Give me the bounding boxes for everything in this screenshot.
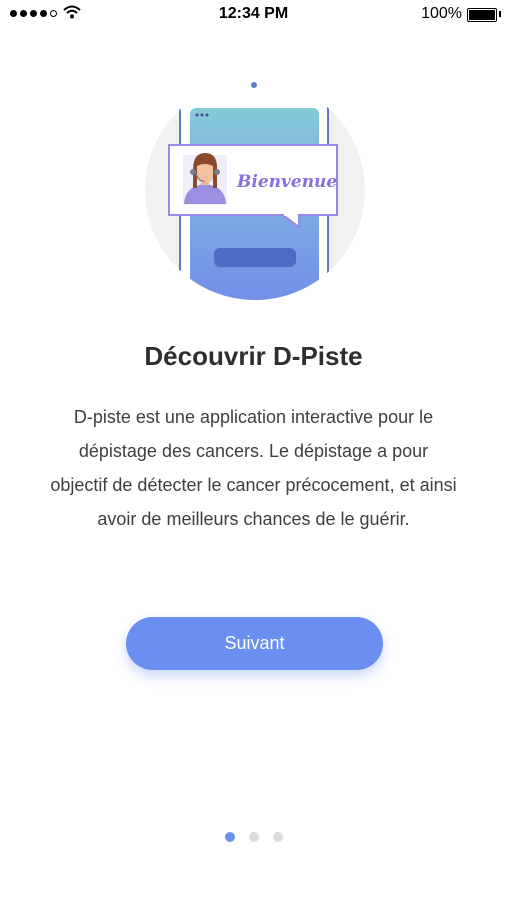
welcome-illustration: Bienvenue: [145, 80, 365, 300]
page-dot[interactable]: [248, 832, 259, 842]
page-title: Découvrir D-Piste: [144, 341, 363, 371]
battery-tip: [499, 11, 501, 17]
description-text: D-piste est une application interactive …: [50, 407, 457, 529]
status-bar: 12:34 PM 100%: [0, 0, 507, 28]
page-dot[interactable]: [272, 832, 283, 842]
next-button[interactable]: Suivant: [126, 617, 383, 670]
battery-percent: 100%: [421, 5, 462, 22]
page-indicator: [0, 832, 507, 842]
bubble-text: Bienvenue: [236, 172, 337, 192]
page-dot[interactable]: [224, 832, 235, 842]
battery-icon: [467, 8, 497, 22]
